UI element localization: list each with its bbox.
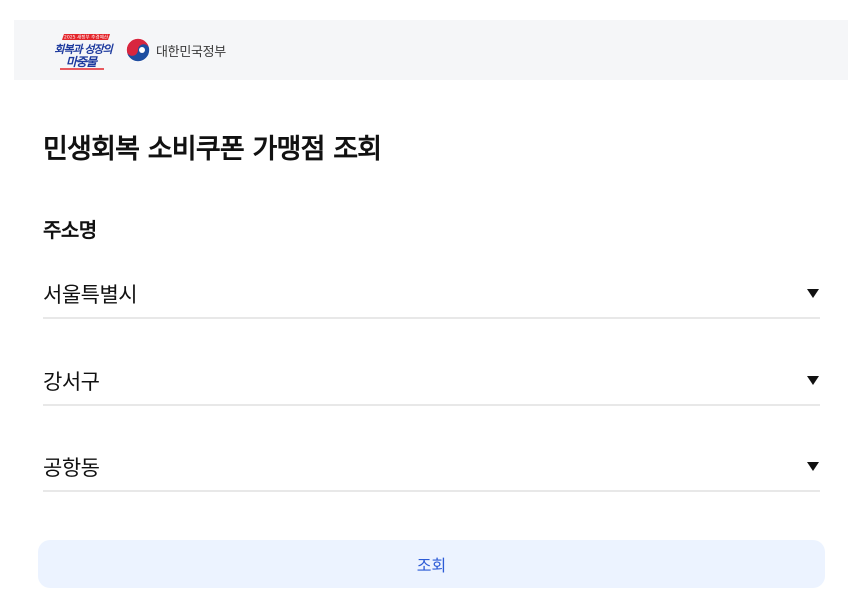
neighborhood-select[interactable]: 공항동: [43, 450, 820, 492]
district-select-value: 강서구: [43, 370, 100, 394]
search-button[interactable]: 조회: [38, 540, 825, 588]
header-bar: 2025 새정부 추경예산 회복과 성장의 마중물 대한민국정부: [14, 20, 848, 80]
campaign-logo-line2: 마중물: [66, 55, 99, 69]
page: 2025 새정부 추경예산 회복과 성장의 마중물 대한민국정부 민생회복 소비…: [0, 0, 862, 604]
caret-down-icon: [807, 376, 819, 385]
address-label: 주소명: [43, 218, 97, 242]
district-select[interactable]: 강서구: [43, 364, 820, 406]
campaign-logo[interactable]: 2025 새정부 추경예산 회복과 성장의 마중물: [44, 33, 122, 73]
taegeuk-emblem-icon: [126, 38, 150, 62]
province-select[interactable]: 서울특별시: [43, 277, 820, 319]
campaign-logo-top-line: 2025 새정부 추경예산: [64, 34, 109, 41]
government-logo[interactable]: 대한민국정부: [125, 37, 226, 63]
page-title: 민생회복 소비쿠폰 가맹점 조회: [43, 134, 382, 165]
caret-down-icon: [807, 289, 819, 298]
province-select-value: 서울특별시: [43, 283, 138, 307]
government-name: 대한민국정부: [156, 44, 226, 60]
caret-down-icon: [807, 462, 819, 471]
neighborhood-select-value: 공항동: [43, 456, 100, 480]
